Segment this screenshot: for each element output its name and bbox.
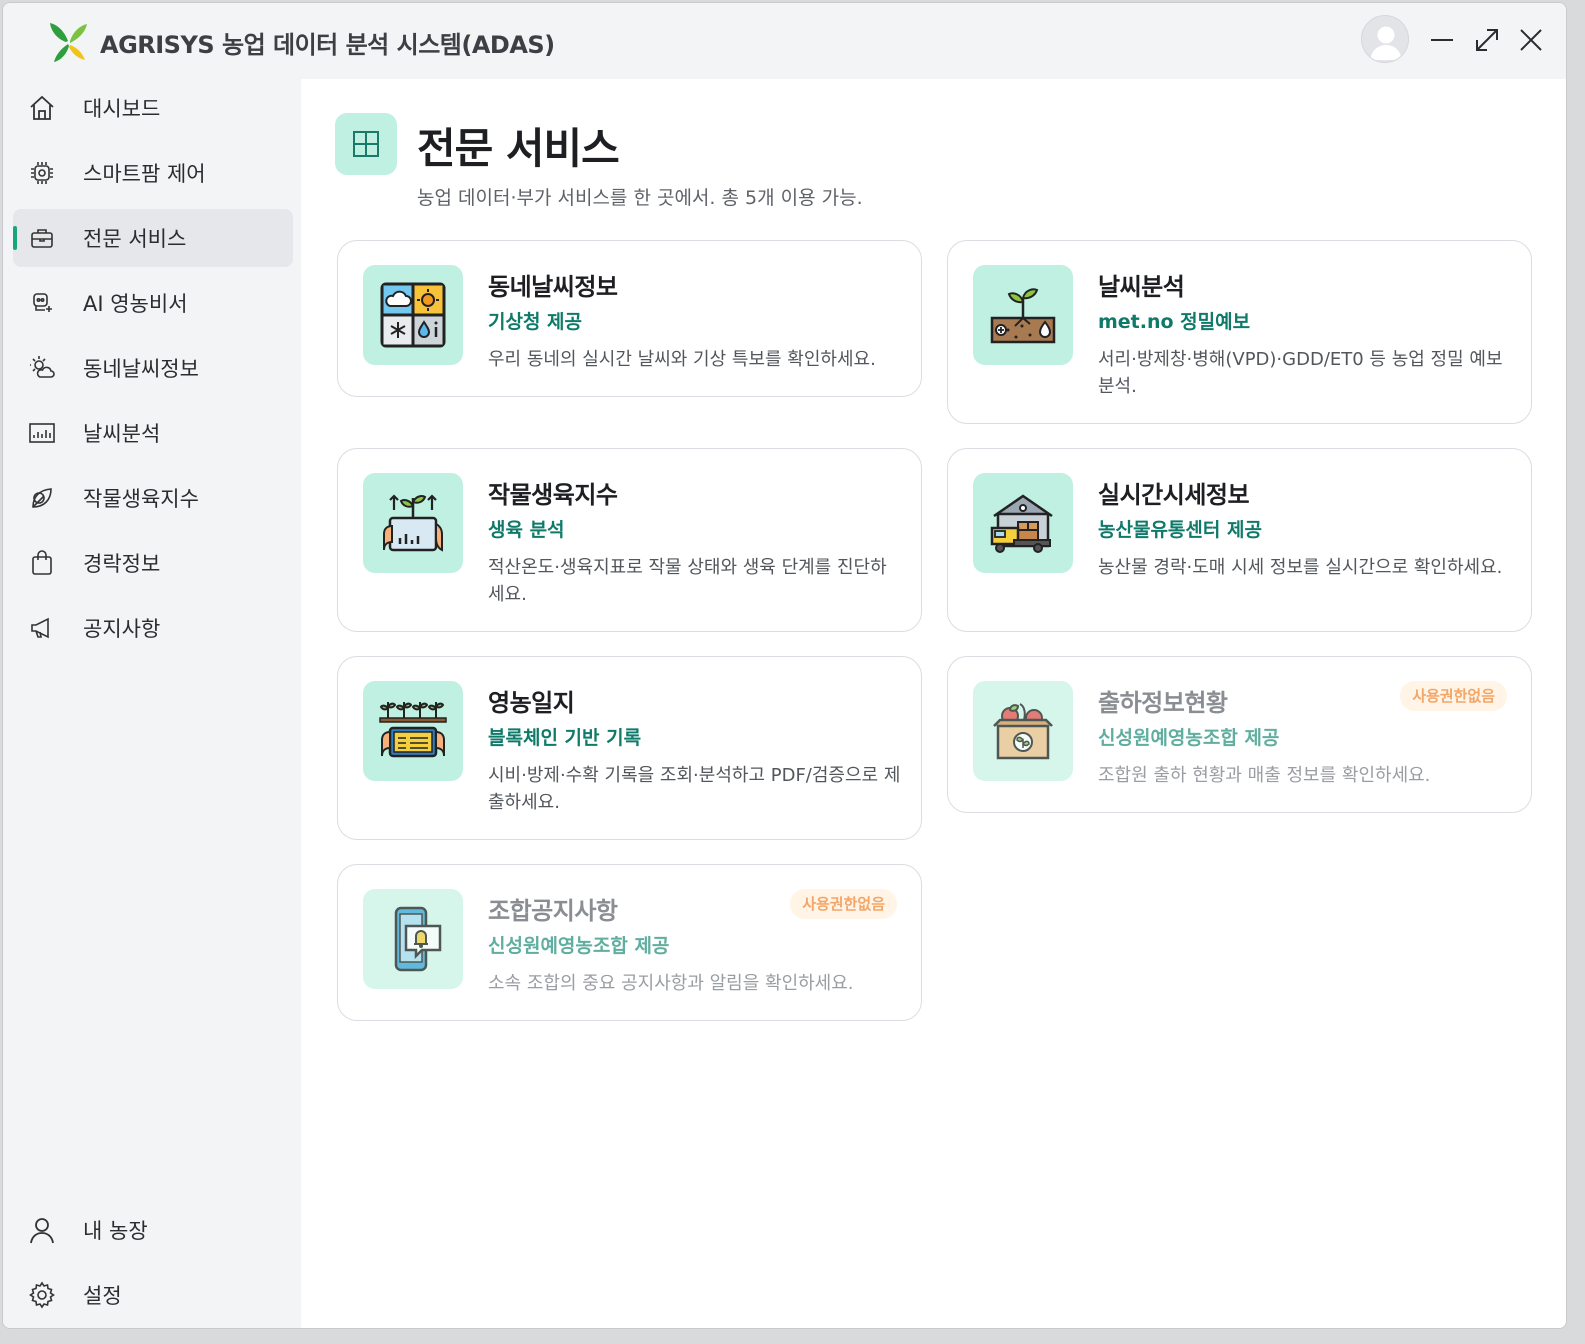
- card-description: 조합원 출하 현황과 매출 정보를 확인하세요.: [1098, 765, 1431, 786]
- sidebar-item-label: 작물생육지수: [83, 487, 199, 511]
- weather-grid-icon: [363, 265, 463, 365]
- card-provider: 신성원예영농조합 제공: [488, 935, 670, 957]
- user-icon: [27, 1215, 57, 1245]
- grid-icon: [335, 113, 397, 175]
- user-avatar[interactable]: [1361, 15, 1409, 63]
- card-provider: 농산물유통센터 제공: [1098, 519, 1262, 541]
- service-card-farm-journal[interactable]: 영농일지 블록체인 기반 기록 시비·방제·수확 기록을 조회·분석하고 PDF…: [337, 656, 922, 840]
- sidebar-item-expert-services[interactable]: 전문 서비스: [13, 209, 293, 267]
- card-title: 출하정보현황: [1098, 689, 1228, 717]
- card-title: 작물생육지수: [488, 481, 618, 509]
- sidebar-item-label: 대시보드: [83, 97, 161, 121]
- sidebar-item-label: AI 영농비서: [83, 292, 188, 316]
- sidebar-item-label: 내 농장: [83, 1219, 148, 1243]
- sidebar-item-auction-info[interactable]: 경락정보: [13, 534, 293, 592]
- service-card-weather-analysis[interactable]: 날씨분석 met.no 정밀예보 서리·방제창·병해(VPD)·GDD/ET0 …: [947, 240, 1532, 424]
- app-title: AGRISYS 농업 데이터 분석 시스템(ADAS): [100, 31, 555, 59]
- sidebar-item-notices[interactable]: 공지사항: [13, 599, 293, 657]
- page-subtitle: 농업 데이터·부가 서비스를 한 곳에서. 총 5개 이용 가능.: [417, 187, 863, 209]
- sidebar-item-dashboard[interactable]: 대시보드: [13, 79, 293, 137]
- card-provider: 블록체인 기반 기록: [488, 727, 642, 749]
- sidebar-item-ai-assistant[interactable]: AI 영농비서: [13, 274, 293, 332]
- sidebar-item-local-weather[interactable]: 동네날씨정보: [13, 339, 293, 397]
- card-title: 영농일지: [488, 689, 575, 717]
- no-permission-badge: 사용권한없음: [790, 889, 897, 919]
- page-title: 전문 서비스: [417, 124, 620, 173]
- card-description: 소속 조합의 중요 공지사항과 알림을 확인하세요.: [488, 973, 854, 994]
- card-title: 날씨분석: [1098, 273, 1185, 301]
- sidebar-item-my-farm[interactable]: 내 농장: [13, 1201, 293, 1259]
- maximize-icon: [1476, 29, 1498, 51]
- card-description: 농산물 경락·도매 시세 정보를 실시간으로 확인하세요.: [1098, 557, 1503, 578]
- briefcase-icon: [27, 223, 57, 253]
- growth-tablet-icon: [363, 473, 463, 573]
- card-provider: met.no 정밀예보: [1098, 311, 1251, 333]
- close-button[interactable]: [1516, 25, 1546, 55]
- sidebar-item-label: 스마트팜 제어: [83, 162, 206, 186]
- card-provider: 생육 분석: [488, 519, 565, 541]
- megaphone-icon: [27, 613, 57, 643]
- user-avatar-icon: [1370, 26, 1402, 60]
- service-card-union-notices: 조합공지사항 사용권한없음 신성원예영농조합 제공 소속 조합의 중요 공지사항…: [337, 864, 922, 1021]
- warehouse-truck-icon: [973, 473, 1073, 573]
- service-card-shipment-status: 출하정보현황 사용권한없음 신성원예영농조합 제공 조합원 출하 현황과 매출 …: [947, 656, 1532, 813]
- card-title: 실시간시세정보: [1098, 481, 1250, 509]
- card-description: 우리 동네의 실시간 날씨와 기상 특보를 확인하세요.: [488, 349, 876, 370]
- phone-bell-icon: [363, 889, 463, 989]
- service-card-local-weather[interactable]: 동네날씨정보 기상청 제공 우리 동네의 실시간 날씨와 기상 특보를 확인하세…: [337, 240, 922, 397]
- robot-icon: [27, 288, 57, 318]
- close-icon: [1520, 29, 1542, 51]
- sidebar: 대시보드 스마트팜 제어 전문 서비스 AI 영농비서 동네날씨정보 날씨분석 …: [3, 79, 301, 1328]
- sidebar-item-label: 공지사항: [83, 617, 161, 641]
- sidebar-item-settings[interactable]: 설정: [13, 1266, 293, 1324]
- sidebar-item-label: 날씨분석: [83, 422, 161, 446]
- main-content: 전문 서비스 농업 데이터·부가 서비스를 한 곳에서. 총 5개 이용 가능.: [301, 79, 1566, 1328]
- sidebar-item-crop-growth[interactable]: 작물생육지수: [13, 469, 293, 527]
- card-provider: 신성원예영농조합 제공: [1098, 727, 1280, 749]
- sidebar-item-weather-analysis[interactable]: 날씨분석: [13, 404, 293, 462]
- app-logo: [50, 23, 87, 62]
- active-indicator: [13, 226, 17, 250]
- card-description: 적산온도·생육지표로 작물 상태와 생육 단계를 진단하세요.: [488, 557, 887, 605]
- leaf-icon: [27, 483, 57, 513]
- card-description: 서리·방제창·병해(VPD)·GDD/ET0 등 농업 정밀 예보 분석.: [1098, 349, 1503, 397]
- service-card-market-prices[interactable]: 실시간시세정보 농산물유통센터 제공 농산물 경락·도매 시세 정보를 실시간으…: [947, 448, 1532, 632]
- maximize-button[interactable]: [1472, 25, 1502, 55]
- service-card-crop-growth[interactable]: 작물생육지수 생육 분석 적산온도·생육지표로 작물 상태와 생육 단계를 진단…: [337, 448, 922, 632]
- sprout-soil-icon: [973, 265, 1073, 365]
- minimize-icon: [1431, 39, 1453, 41]
- produce-box-icon: [973, 681, 1073, 781]
- app-window: AGRISYS 농업 데이터 분석 시스템(ADAS) 대시보드 스마트팜 제어…: [2, 2, 1567, 1329]
- no-permission-badge: 사용권한없음: [1400, 681, 1507, 711]
- sidebar-item-label: 경락정보: [83, 552, 161, 576]
- sun-cloud-icon: [27, 353, 57, 383]
- sidebar-item-label: 설정: [83, 1284, 122, 1308]
- shopping-bag-icon: [27, 548, 57, 578]
- sidebar-item-smartfarm[interactable]: 스마트팜 제어: [13, 144, 293, 202]
- chip-icon: [27, 158, 57, 188]
- card-title: 동네날씨정보: [488, 273, 618, 301]
- home-icon: [27, 93, 57, 123]
- card-provider: 기상청 제공: [488, 311, 583, 333]
- title-bar: AGRISYS 농업 데이터 분석 시스템(ADAS): [3, 3, 1566, 79]
- gear-icon: [27, 1280, 57, 1310]
- chart-icon: [27, 418, 57, 448]
- sidebar-item-label: 동네날씨정보: [83, 357, 199, 381]
- sidebar-item-label: 전문 서비스: [83, 227, 187, 251]
- farm-tablet-icon: [363, 681, 463, 781]
- card-title: 조합공지사항: [488, 897, 618, 925]
- card-description: 시비·방제·수확 기록을 조회·분석하고 PDF/검증으로 제출하세요.: [488, 765, 901, 813]
- minimize-button[interactable]: [1427, 25, 1457, 55]
